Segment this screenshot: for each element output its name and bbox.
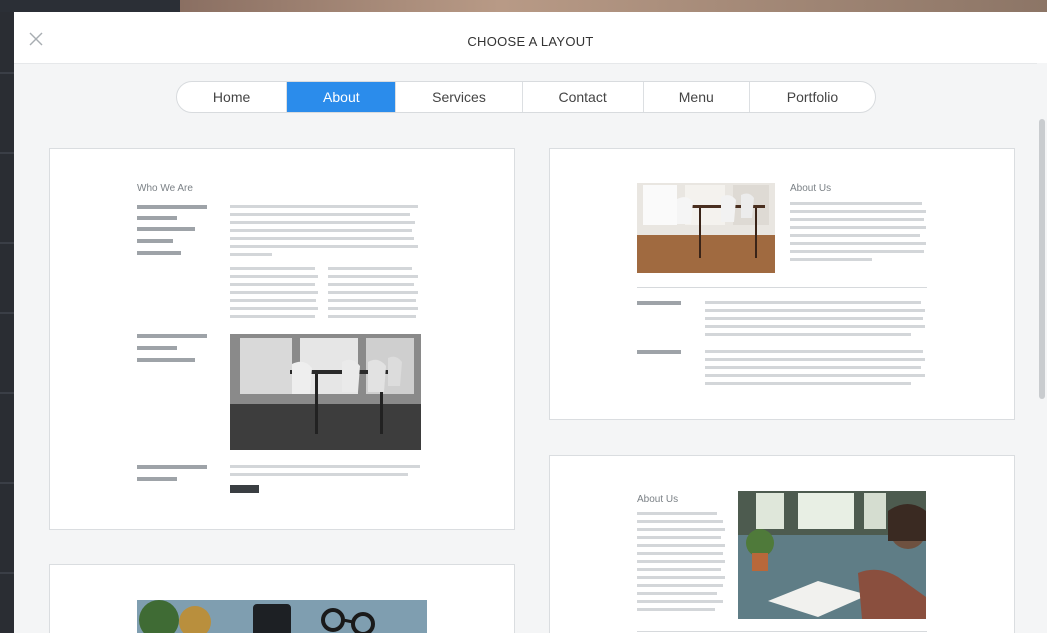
- choose-layout-modal: CHOOSE A LAYOUT Home About Services Cont…: [14, 12, 1047, 633]
- background-app-sidebar: [0, 12, 14, 633]
- layout-heading: About Us: [637, 494, 679, 505]
- dining-room-photo-color: [637, 183, 775, 273]
- person-writing-at-desk-photo: [738, 491, 926, 619]
- background-app-topbar: [0, 0, 1047, 12]
- tab-menu[interactable]: Menu: [642, 82, 749, 112]
- scrollbar-track[interactable]: [1037, 63, 1047, 633]
- scrollbar-thumb[interactable]: [1039, 119, 1045, 399]
- tab-services[interactable]: Services: [395, 82, 521, 112]
- layout-category-tabs: Home About Services Contact Menu Portfol…: [176, 81, 876, 113]
- modal-title: CHOOSE A LAYOUT: [467, 34, 594, 49]
- tab-portfolio[interactable]: Portfolio: [748, 82, 875, 112]
- layout-heading: Who We Are: [137, 183, 193, 194]
- layout-card-about-us-photo-right[interactable]: About Us: [549, 455, 1015, 633]
- layout-heading: About Us: [790, 183, 832, 194]
- layout-card-who-we-are[interactable]: Who We Are: [49, 148, 515, 530]
- tab-home[interactable]: Home: [177, 82, 286, 112]
- dining-room-photo-grayscale: [230, 334, 421, 450]
- modal-header: CHOOSE A LAYOUT: [14, 12, 1047, 64]
- layout-card-about-us-photo-left[interactable]: About Us: [549, 148, 1015, 420]
- tab-contact[interactable]: Contact: [521, 82, 643, 112]
- layout-card-about-partial[interactable]: [49, 564, 515, 633]
- desk-plants-glasses-photo: [137, 600, 427, 633]
- tab-about[interactable]: About: [286, 82, 396, 112]
